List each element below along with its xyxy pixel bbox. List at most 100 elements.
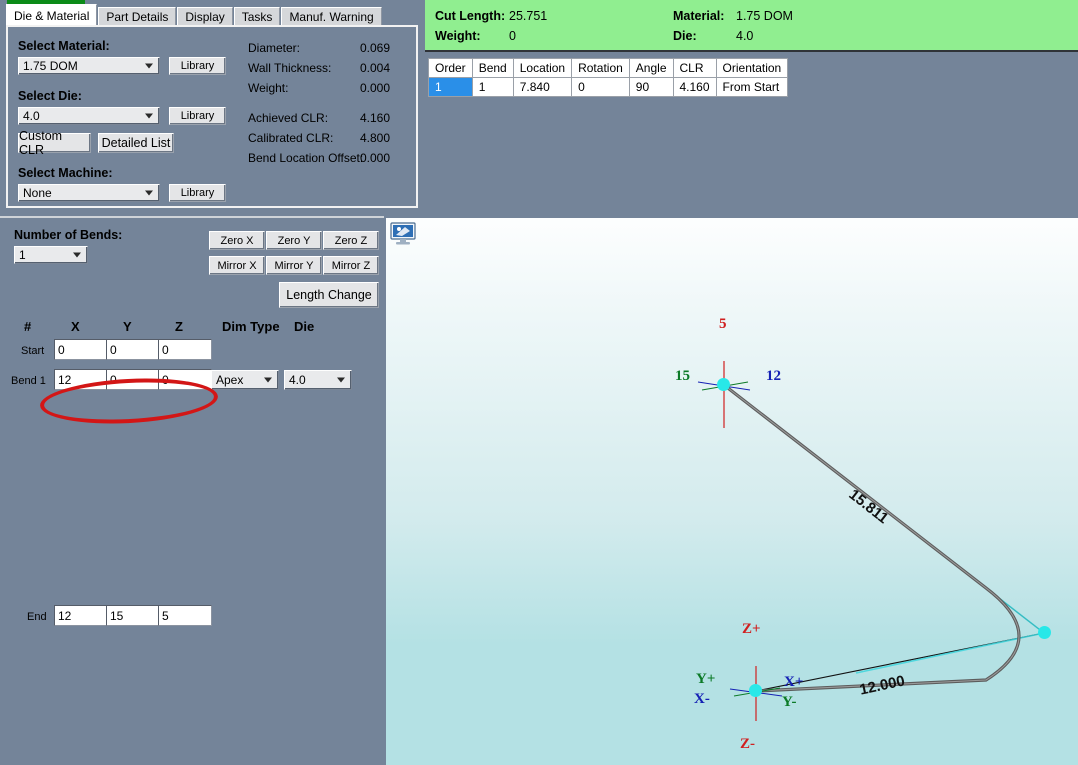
material-value: 1.75 DOM: [736, 9, 793, 23]
die-library-button[interactable]: Library: [169, 107, 226, 125]
number-of-bends-label: Number of Bends:: [14, 228, 123, 242]
end-x-input[interactable]: 12: [54, 605, 108, 626]
zero-z-button[interactable]: Zero Z: [323, 231, 379, 250]
label-x-plus: X+: [784, 674, 804, 690]
machine-library-button[interactable]: Library: [169, 184, 226, 202]
cell-angle[interactable]: 90: [628, 77, 674, 97]
col-header-num: #: [24, 319, 32, 334]
start-z-input[interactable]: 0: [158, 339, 212, 360]
bend1-die-value: 4.0: [289, 373, 306, 387]
button-label: Length Change: [286, 288, 372, 302]
col-order: Order: [428, 58, 473, 78]
bend1-dim-type-select[interactable]: Apex: [211, 370, 279, 390]
length-change-button[interactable]: Length Change: [279, 282, 379, 308]
col-header-y: Y: [123, 319, 132, 334]
button-label: Detailed List: [101, 136, 171, 150]
material-select-value: 1.75 DOM: [23, 59, 78, 73]
wall-thickness-value: 0.004: [360, 61, 391, 75]
bends-editor-panel: Number of Bends: 1 Zero X Zero Y Zero Z …: [0, 216, 384, 765]
cut-length-label: Cut Length:: [435, 9, 506, 23]
tab-die-material[interactable]: Die & Material: [6, 4, 98, 26]
node-start[interactable]: [717, 378, 730, 391]
cell-order[interactable]: 1: [428, 77, 473, 97]
bend-location-offset-value: 0.000: [360, 151, 391, 165]
mirror-y-button[interactable]: Mirror Y: [266, 256, 322, 275]
cell-bend[interactable]: 1: [471, 77, 514, 97]
custom-clr-button[interactable]: Custom CLR: [18, 129, 91, 157]
zero-x-button[interactable]: Zero X: [209, 231, 265, 250]
die-select[interactable]: 4.0: [18, 107, 160, 125]
chevron-down-icon: [337, 377, 345, 383]
button-label: Mirror X: [217, 259, 257, 272]
bend-table[interactable]: Order Bend Location Rotation Angle CLR O…: [428, 58, 789, 97]
select-material-label: Select Material:: [18, 39, 110, 53]
achieved-clr-label: Achieved CLR:: [248, 111, 329, 125]
label-y-plus: Y+: [696, 671, 716, 687]
bend-location-offset-label: Bend Location Offset:: [248, 151, 364, 165]
tab-label: Tasks: [241, 10, 273, 24]
tab-manuf-warning[interactable]: Manuf. Warning: [281, 7, 382, 26]
detailed-list-button[interactable]: Detailed List: [98, 133, 174, 153]
label-y-length: 15: [675, 368, 690, 384]
die-select-value: 4.0: [23, 109, 40, 123]
tab-display[interactable]: Display: [177, 7, 233, 26]
row-label-end: End: [27, 611, 47, 623]
tube-path: [722, 383, 1021, 693]
cell-orientation[interactable]: From Start: [715, 77, 789, 97]
select-die-label: Select Die:: [18, 89, 82, 103]
wall-thickness-label: Wall Thickness:: [248, 61, 332, 75]
chevron-down-icon: [145, 190, 153, 196]
achieved-clr-value: 4.160: [360, 111, 391, 125]
tab-part-details[interactable]: Part Details: [98, 7, 177, 26]
mirror-x-button[interactable]: Mirror X: [209, 256, 265, 275]
bend1-dim-type-value: Apex: [216, 373, 244, 387]
cell-rotation[interactable]: 0: [571, 77, 630, 97]
weight-label: Weight:: [248, 81, 289, 95]
die-label: Die:: [673, 29, 697, 43]
weight-value: 0.000: [360, 81, 391, 95]
cell-location[interactable]: 7.840: [512, 77, 573, 97]
summary-and-bend-table-panel: Cut Length: 25.751 Weight: 0 Material: 1…: [425, 0, 1078, 216]
label-z-plus: Z+: [742, 621, 761, 637]
bend1-die-select[interactable]: 4.0: [284, 370, 352, 390]
col-header-dim-type: Dim Type: [222, 319, 280, 334]
3d-viewport[interactable]: 5 15 12 Z+ Y+ X- X+ Y- Z- 15.811 12.000: [386, 218, 1078, 765]
node-origin[interactable]: [749, 684, 762, 697]
col-angle: Angle: [628, 58, 674, 78]
die-value: 4.0: [736, 29, 754, 43]
label-y-minus: Y-: [782, 694, 797, 710]
cut-length-value: 25.751: [509, 9, 548, 23]
start-y-input[interactable]: 0: [106, 339, 160, 360]
cell-clr[interactable]: 4.160: [672, 77, 717, 97]
chevron-down-icon: [145, 63, 153, 69]
number-of-bends-select[interactable]: 1: [14, 246, 88, 264]
diameter-label: Diameter:: [248, 41, 301, 55]
material-library-button[interactable]: Library: [169, 57, 226, 75]
row-label-bend-1: Bend 1: [11, 375, 46, 387]
calibrated-clr-value: 4.800: [360, 131, 391, 145]
col-header-die: Die: [294, 319, 315, 334]
chevron-down-icon: [145, 113, 153, 119]
zero-y-button[interactable]: Zero Y: [266, 231, 322, 250]
start-x-input[interactable]: 0: [54, 339, 108, 360]
weight-label: Weight:: [435, 29, 481, 43]
machine-select[interactable]: None: [18, 184, 160, 202]
machine-select-value: None: [23, 186, 52, 200]
summary-bar: Cut Length: 25.751 Weight: 0 Material: 1…: [425, 0, 1078, 52]
node-end[interactable]: [1038, 626, 1051, 639]
col-rotation: Rotation: [571, 58, 630, 78]
end-y-input[interactable]: 15: [106, 605, 160, 626]
button-label: Zero Y: [277, 234, 311, 247]
end-z-input[interactable]: 5: [158, 605, 212, 626]
button-label: Library: [180, 187, 215, 199]
table-row[interactable]: 1 1 7.840 0 90 4.160 From Start: [428, 77, 789, 97]
select-machine-label: Select Machine:: [18, 166, 113, 180]
tab-bar: Die & Material Part Details Display Task…: [6, 4, 383, 26]
label-z-length: 5: [719, 316, 727, 332]
col-clr: CLR: [672, 58, 717, 78]
tab-tasks[interactable]: Tasks: [233, 7, 281, 26]
number-of-bends-value: 1: [19, 248, 26, 262]
chevron-down-icon: [73, 252, 81, 258]
material-select[interactable]: 1.75 DOM: [18, 57, 160, 75]
mirror-z-button[interactable]: Mirror Z: [323, 256, 379, 275]
